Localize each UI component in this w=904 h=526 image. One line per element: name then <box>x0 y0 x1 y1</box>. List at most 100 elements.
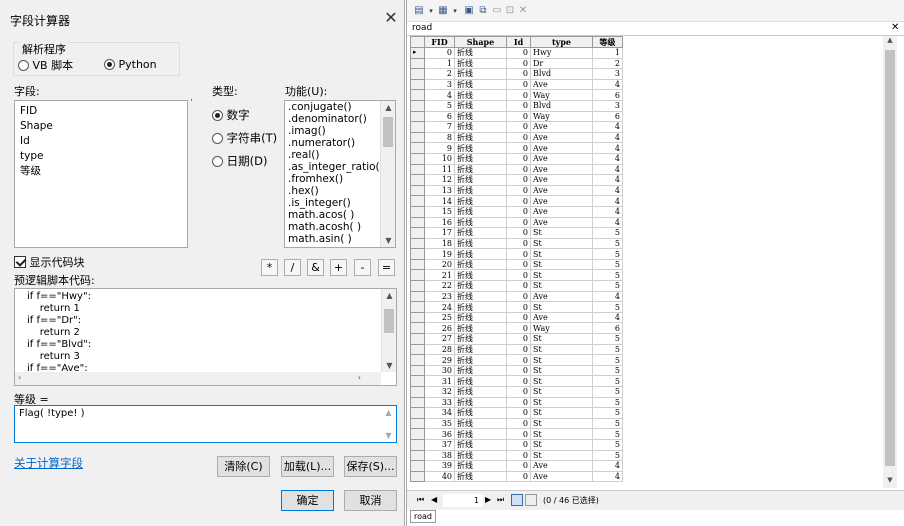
function-item[interactable]: math.acosh( ) <box>285 221 395 233</box>
scroll-thumb[interactable] <box>383 117 393 147</box>
code-scrollbar[interactable]: ▲ ▼ <box>381 289 396 372</box>
table-row[interactable]: 3 折线 0 Ave 4 <box>410 78 623 91</box>
show-all-records-icon[interactable] <box>511 494 523 506</box>
table-cell[interactable]: 0 <box>506 396 531 409</box>
function-item[interactable]: .real() <box>285 149 395 161</box>
table-cell[interactable]: 37 <box>424 438 455 451</box>
dropdown-arrow-icon[interactable]: ▾ <box>425 5 437 17</box>
table-cell[interactable]: Ave <box>530 195 593 207</box>
table-cell[interactable]: 0 <box>506 269 531 282</box>
row-selector[interactable] <box>410 396 425 409</box>
table-row[interactable]: 36 折线 0 St 5 <box>410 428 623 440</box>
row-selector[interactable] <box>410 343 425 356</box>
table-cell[interactable]: 34 <box>424 407 455 419</box>
table-cell[interactable]: 0 <box>506 152 531 165</box>
load-button[interactable]: 加载(L)... <box>281 456 334 477</box>
scroll-thumb[interactable] <box>384 309 394 333</box>
operator-button[interactable]: - <box>354 259 371 276</box>
table-cell[interactable]: St <box>530 375 593 387</box>
table-cell[interactable]: 0 <box>506 110 531 123</box>
select-by-attributes-icon[interactable]: ▣ <box>463 5 475 17</box>
expression-text[interactable]: Flag( !type! ) <box>15 406 396 419</box>
table-cell[interactable]: 折线 <box>454 163 507 176</box>
table-cell[interactable]: 0 <box>506 89 531 101</box>
table-cell[interactable]: 5 <box>592 428 623 440</box>
table-cell[interactable]: Ave <box>530 184 593 197</box>
table-cell[interactable]: 折线 <box>454 68 507 80</box>
table-cell[interactable]: 2 <box>592 57 623 70</box>
function-item[interactable]: .conjugate() <box>285 101 395 113</box>
table-cell[interactable]: 0 <box>506 449 531 462</box>
table-cell[interactable]: 0 <box>506 290 531 303</box>
table-row[interactable]: 26 折线 0 Way 6 <box>410 322 623 335</box>
table-cell[interactable]: St <box>530 386 593 398</box>
row-selector[interactable]: ▸ <box>410 47 425 59</box>
row-selector[interactable] <box>410 237 425 250</box>
table-cell[interactable]: 0 <box>506 438 531 451</box>
table-cell[interactable]: 0 <box>506 227 531 239</box>
table-cell[interactable]: 4 <box>592 311 623 324</box>
table-cell[interactable]: 0 <box>506 142 531 154</box>
table-row[interactable]: 16 折线 0 Ave 4 <box>410 216 623 229</box>
column-header[interactable]: Id <box>506 36 531 48</box>
row-selector[interactable] <box>410 470 425 483</box>
switch-selection-icon[interactable]: ⧉ <box>477 5 489 17</box>
table-cell[interactable]: 5 <box>592 449 623 462</box>
table-row[interactable]: 31 折线 0 St 5 <box>410 375 623 387</box>
table-cell[interactable]: 1 <box>592 47 623 59</box>
table-cell[interactable]: Ave <box>530 174 593 186</box>
table-cell[interactable]: 折线 <box>454 205 507 218</box>
table-cell[interactable]: 0 <box>506 301 531 313</box>
table-cell[interactable]: Ave <box>530 142 593 154</box>
table-row[interactable]: 30 折线 0 St 5 <box>410 364 623 377</box>
function-item[interactable]: .denominator() <box>285 113 395 125</box>
column-header[interactable]: Shape <box>454 36 507 48</box>
table-cell[interactable]: 0 <box>506 364 531 377</box>
function-item[interactable]: .as_integer_ratio() <box>285 161 395 173</box>
table-cell[interactable]: 折线 <box>454 195 507 207</box>
radio-icon[interactable] <box>212 133 223 144</box>
table-cell[interactable]: 0 <box>506 417 531 430</box>
table-row[interactable]: 39 折线 0 Ave 4 <box>410 460 623 472</box>
scroll-up-icon[interactable]: ▲ <box>382 289 396 302</box>
table-row[interactable]: 35 折线 0 St 5 <box>410 417 623 430</box>
table-cell[interactable]: 3 <box>424 78 455 91</box>
table-cell[interactable]: 4 <box>592 152 623 165</box>
table-row[interactable]: 6 折线 0 Way 6 <box>410 110 623 123</box>
table-cell[interactable]: 33 <box>424 396 455 409</box>
table-cell[interactable]: 32 <box>424 386 455 398</box>
table-cell[interactable]: 7 <box>424 121 455 133</box>
table-cell[interactable]: 5 <box>592 407 623 419</box>
table-cell[interactable]: 折线 <box>454 280 507 292</box>
table-cell[interactable]: St <box>530 407 593 419</box>
table-row[interactable]: 27 折线 0 St 5 <box>410 333 623 345</box>
table-cell[interactable]: 27 <box>424 333 455 345</box>
row-selector[interactable] <box>410 258 425 271</box>
table-cell[interactable]: 5 <box>592 417 623 430</box>
type-number-radio[interactable]: 数字 <box>212 107 250 123</box>
table-cell[interactable]: 0 <box>506 99 531 112</box>
table-cell[interactable]: 35 <box>424 417 455 430</box>
table-cell[interactable]: 3 <box>592 99 623 112</box>
save-button[interactable]: 保存(S)... <box>344 456 397 477</box>
table-cell[interactable]: 折线 <box>454 152 507 165</box>
clear-selection-icon[interactable]: ▭ <box>491 5 503 17</box>
row-selector[interactable] <box>410 375 425 387</box>
row-selector[interactable] <box>410 121 425 133</box>
table-cell[interactable]: 19 <box>424 248 455 260</box>
function-item[interactable]: math.asin( ) <box>285 233 395 245</box>
code-line[interactable]: return 3 <box>15 351 396 363</box>
table-cell[interactable]: 折线 <box>454 343 507 356</box>
table-cell[interactable]: 4 <box>592 290 623 303</box>
field-item[interactable]: Id <box>15 134 187 149</box>
table-cell[interactable]: 15 <box>424 205 455 218</box>
table-row[interactable]: 8 折线 0 Ave 4 <box>410 131 623 144</box>
table-row[interactable]: 38 折线 0 St 5 <box>410 449 623 462</box>
row-selector[interactable] <box>410 428 425 440</box>
table-cell[interactable]: 0 <box>506 280 531 292</box>
table-cell[interactable]: 0 <box>506 375 531 387</box>
row-selector[interactable] <box>410 449 425 462</box>
row-selector[interactable] <box>410 460 425 472</box>
table-cell[interactable]: 折线 <box>454 428 507 440</box>
row-selector[interactable] <box>410 354 425 366</box>
